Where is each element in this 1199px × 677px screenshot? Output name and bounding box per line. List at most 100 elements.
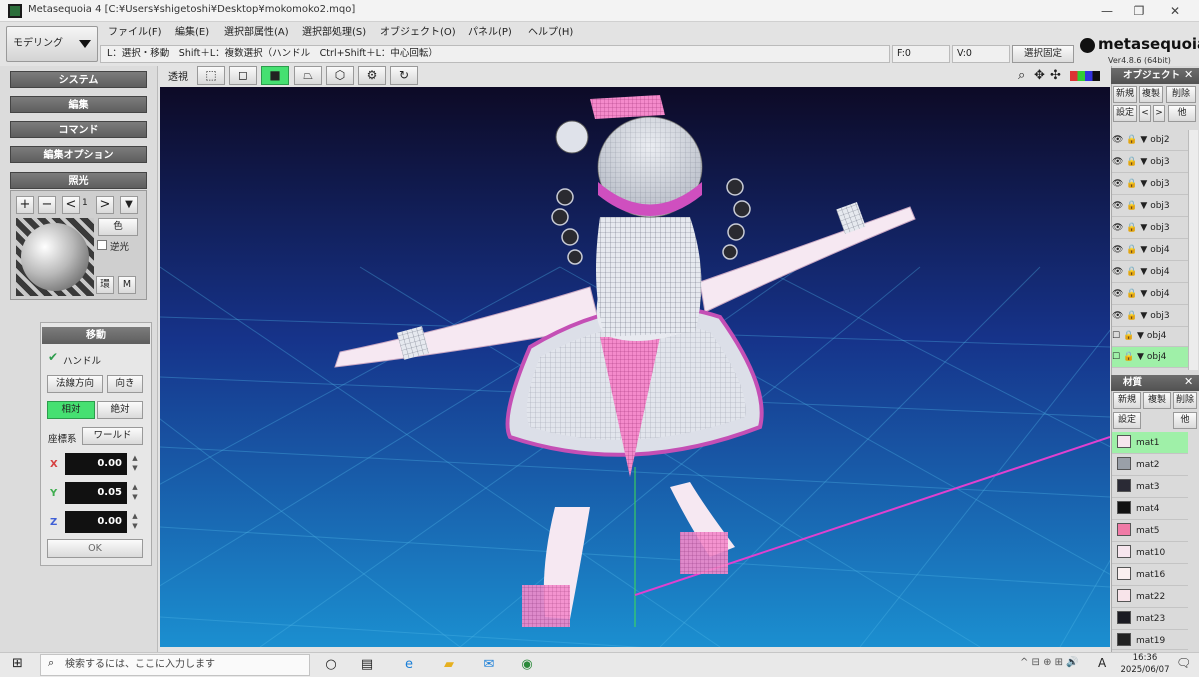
list-item[interactable]: 👁 🔒 ▼ obj2 bbox=[1112, 130, 1188, 151]
lock-icon[interactable]: 🔒 bbox=[1126, 201, 1137, 211]
lock-icon[interactable]: 🔒 bbox=[1126, 311, 1137, 321]
chevron-down-icon[interactable]: ▼ bbox=[1137, 352, 1144, 362]
list-item[interactable]: 👁 🔒 ▼ obj3 bbox=[1112, 174, 1188, 195]
list-item[interactable]: mat19 bbox=[1112, 630, 1188, 650]
widgets-icon[interactable]: ▤ bbox=[358, 656, 376, 674]
chevron-down-icon[interactable]: ▼ bbox=[1137, 331, 1144, 341]
material-other-button[interactable]: 他 bbox=[1173, 412, 1197, 429]
ok-button[interactable]: OK bbox=[47, 539, 143, 558]
object-next-button[interactable]: > bbox=[1153, 105, 1165, 122]
list-item[interactable]: mat16 bbox=[1112, 564, 1188, 586]
next-light-button[interactable]: > bbox=[96, 196, 114, 214]
eye-icon[interactable]: 👁 bbox=[1112, 157, 1123, 167]
x-input[interactable]: 0.00 bbox=[65, 453, 127, 475]
material-settings-button[interactable]: 設定 bbox=[1113, 412, 1141, 429]
chevron-down-icon[interactable]: ▼ bbox=[1140, 135, 1147, 145]
minimize-button[interactable]: — bbox=[1098, 3, 1116, 19]
color-bar-icon[interactable] bbox=[1070, 71, 1100, 81]
lock-icon[interactable]: 🔒 bbox=[1126, 179, 1137, 189]
edit-option-button[interactable]: 編集オプション bbox=[10, 146, 147, 163]
eye-icon[interactable]: 👁 bbox=[1112, 201, 1123, 211]
menu-selection-attr[interactable]: 選択部属性(A) bbox=[224, 24, 289, 42]
list-item[interactable]: 👁 🔒 ▼ obj3 bbox=[1112, 196, 1188, 217]
scene-canvas[interactable] bbox=[160, 87, 1110, 647]
eye-icon[interactable]: 👁 bbox=[1112, 267, 1123, 277]
z-stepper[interactable]: ▲ ▼ bbox=[129, 511, 141, 533]
eye-icon[interactable]: 👁 bbox=[1112, 311, 1123, 321]
eye-icon[interactable]: 👁 bbox=[1112, 289, 1123, 299]
list-item[interactable]: 👁 🔒 ▼ obj4 bbox=[1112, 262, 1188, 283]
list-item[interactable]: ☐ 🔒 ▼ obj4 bbox=[1112, 347, 1188, 368]
explorer-icon[interactable]: ▰ bbox=[440, 656, 458, 674]
x-stepper[interactable]: ▲ ▼ bbox=[129, 453, 141, 475]
system-button[interactable]: システム bbox=[10, 71, 147, 88]
perspective-label[interactable]: 透視 bbox=[168, 68, 188, 83]
edge-icon[interactable]: e bbox=[400, 656, 418, 674]
checkbox-icon[interactable]: ☐ bbox=[1112, 331, 1120, 341]
close-button[interactable]: ✕ bbox=[1166, 3, 1184, 19]
restore-button[interactable]: ❐ bbox=[1130, 3, 1148, 19]
ime-indicator[interactable]: A bbox=[1098, 656, 1106, 670]
lock-icon[interactable]: 🔒 bbox=[1123, 331, 1134, 341]
menu-panel[interactable]: パネル(P) bbox=[468, 24, 512, 42]
eye-icon[interactable]: 👁 bbox=[1112, 245, 1123, 255]
metasequoia-task-icon[interactable]: ◉ bbox=[518, 656, 536, 674]
list-item[interactable]: mat10 bbox=[1112, 542, 1188, 564]
3d-viewport[interactable] bbox=[160, 87, 1110, 647]
add-light-button[interactable]: + bbox=[16, 196, 34, 214]
taskbar-search-input[interactable]: 検索するには、ここに入力します bbox=[40, 654, 310, 676]
chevron-down-icon[interactable]: ▼ bbox=[1140, 245, 1147, 255]
eye-icon[interactable]: 👁 bbox=[1112, 135, 1123, 145]
light-sphere-icon[interactable] bbox=[21, 223, 89, 291]
coord-system-select[interactable]: ワールド bbox=[82, 427, 143, 445]
list-item[interactable]: 👁 🔒 ▼ obj4 bbox=[1112, 284, 1188, 305]
mail-icon[interactable]: ✉ bbox=[480, 656, 498, 674]
object-settings-button[interactable]: 設定 bbox=[1113, 105, 1137, 122]
rotate-view-icon[interactable]: ✣ bbox=[1050, 68, 1061, 83]
move-view-icon[interactable]: ✥ bbox=[1034, 68, 1045, 83]
list-item[interactable]: ☐ 🔒 ▼ obj4 bbox=[1112, 326, 1188, 347]
select-dotted-icon[interactable]: ⬚ bbox=[197, 66, 225, 85]
zoom-icon[interactable]: ⌕ bbox=[1018, 68, 1025, 83]
list-item[interactable]: mat22 bbox=[1112, 586, 1188, 608]
material-new-button[interactable]: 新規 bbox=[1113, 392, 1141, 409]
object-new-button[interactable]: 新規 bbox=[1113, 86, 1137, 103]
light-color-button[interactable]: 色 bbox=[98, 218, 138, 236]
list-item[interactable]: 👁 🔒 ▼ obj3 bbox=[1112, 152, 1188, 173]
close-icon[interactable]: ✕ bbox=[1184, 68, 1193, 81]
menu-edit[interactable]: 編集(E) bbox=[175, 24, 209, 42]
m-button[interactable]: M bbox=[118, 276, 136, 294]
list-item[interactable]: mat23 bbox=[1112, 608, 1188, 630]
lock-icon[interactable]: 🔒 bbox=[1126, 157, 1137, 167]
relative-button[interactable]: 相対 bbox=[47, 401, 95, 419]
material-delete-button[interactable]: 削除 bbox=[1173, 392, 1197, 409]
absolute-button[interactable]: 絶対 bbox=[97, 401, 143, 419]
lock-icon[interactable]: 🔒 bbox=[1126, 135, 1137, 145]
face-select-icon[interactable]: ■ bbox=[261, 66, 289, 85]
y-input[interactable]: 0.05 bbox=[65, 482, 127, 504]
tray-icons[interactable]: ^ ⊟ ⊕ ⊞ 🔊 bbox=[1020, 657, 1079, 668]
task-view-icon[interactable]: ○ bbox=[322, 656, 340, 674]
y-stepper[interactable]: ▲ ▼ bbox=[129, 482, 141, 504]
list-item[interactable]: mat1 bbox=[1112, 432, 1188, 454]
chevron-down-icon[interactable]: ▼ bbox=[120, 196, 138, 214]
lock-icon[interactable]: 🔒 bbox=[1126, 267, 1137, 277]
chevron-down-icon[interactable]: ▼ bbox=[1140, 201, 1147, 211]
menu-file[interactable]: ファイル(F) bbox=[108, 24, 162, 42]
chevron-down-icon[interactable]: ▼ bbox=[1140, 267, 1147, 277]
lock-icon[interactable]: 🔒 bbox=[1126, 223, 1137, 233]
checkbox-icon[interactable]: ☐ bbox=[1112, 352, 1120, 362]
prev-light-button[interactable]: < bbox=[62, 196, 80, 214]
notification-icon[interactable]: 🗨 bbox=[1176, 656, 1191, 670]
object-prev-button[interactable]: < bbox=[1139, 105, 1151, 122]
perspective-icon[interactable]: ⏢ bbox=[294, 66, 322, 85]
menu-help[interactable]: ヘルプ(H) bbox=[528, 24, 573, 42]
select-fix-button[interactable]: 選択固定 bbox=[1012, 45, 1074, 63]
menu-selection-proc[interactable]: 選択部処理(S) bbox=[302, 24, 366, 42]
chevron-down-icon[interactable]: ▼ bbox=[1140, 289, 1147, 299]
lock-icon[interactable]: 🔒 bbox=[1126, 289, 1137, 299]
gear-icon[interactable]: ⚙ bbox=[358, 66, 386, 85]
remove-light-button[interactable]: − bbox=[38, 196, 56, 214]
list-item[interactable]: mat2 bbox=[1112, 454, 1188, 476]
object-delete-button[interactable]: 削除 bbox=[1166, 86, 1196, 103]
